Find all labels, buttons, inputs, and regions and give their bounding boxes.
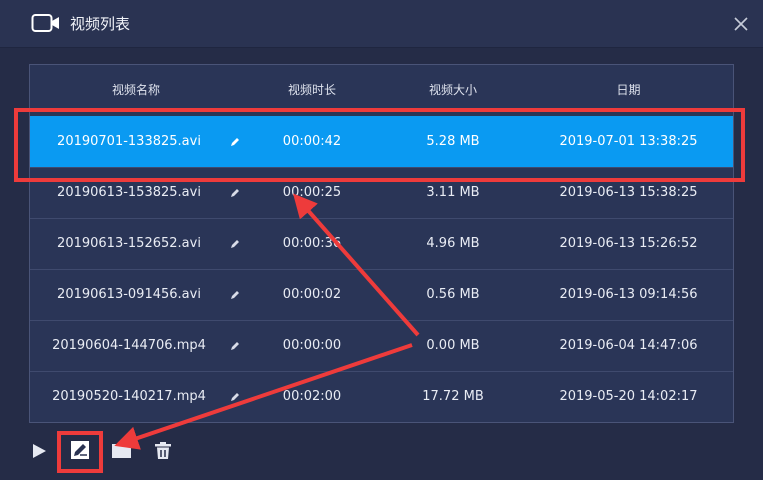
- table-row[interactable]: 20190520-140217.mp4 00:02:00 17.72 MB 20…: [30, 371, 733, 422]
- size-cell: 5.28 MB: [426, 134, 480, 149]
- date-cell: 2019-06-13 15:38:25: [559, 185, 698, 200]
- table-row[interactable]: 20190613-091456.avi 00:00:02 0.56 MB 201…: [30, 269, 733, 320]
- column-header-duration[interactable]: 视频时长: [242, 65, 382, 116]
- duration-cell: 00:00:42: [282, 134, 342, 149]
- window-title: 视频列表: [70, 15, 131, 33]
- size-cell: 0.00 MB: [426, 338, 480, 353]
- rename-pencil-icon[interactable]: [229, 340, 241, 352]
- size-cell: 4.96 MB: [426, 236, 480, 251]
- rename-pencil-icon[interactable]: [229, 391, 241, 403]
- video-name-cell: 20190613-091456.avi: [57, 287, 201, 302]
- duration-cell: 00:00:25: [282, 185, 342, 200]
- folder-icon[interactable]: [111, 442, 132, 459]
- column-header-name[interactable]: 视频名称: [30, 65, 242, 116]
- title-bar: 视频列表: [0, 0, 763, 48]
- size-cell: 3.11 MB: [426, 185, 480, 200]
- video-name-cell: 20190520-140217.mp4: [52, 389, 206, 404]
- table-row[interactable]: 20190701-133825.avi 00:00:42 5.28 MB 201…: [30, 116, 733, 167]
- duration-cell: 00:00:02: [282, 287, 342, 302]
- table-row[interactable]: 20190604-144706.mp4 00:00:00 0.00 MB 201…: [30, 320, 733, 371]
- play-icon[interactable]: [31, 443, 47, 459]
- edit-icon[interactable]: [70, 440, 90, 460]
- date-cell: 2019-06-04 14:47:06: [559, 338, 698, 353]
- table-row[interactable]: 20190613-153825.avi 00:00:25 3.11 MB 201…: [30, 167, 733, 218]
- rename-pencil-icon[interactable]: [229, 187, 241, 199]
- date-cell: 2019-05-20 14:02:17: [559, 389, 698, 404]
- close-icon[interactable]: [731, 14, 751, 34]
- video-name-cell: 20190701-133825.avi: [57, 134, 201, 149]
- date-cell: 2019-07-01 13:38:25: [559, 134, 698, 149]
- table-header: 视频名称 视频时长 视频大小 日期: [30, 65, 733, 116]
- size-cell: 0.56 MB: [426, 287, 480, 302]
- date-cell: 2019-06-13 09:14:56: [559, 287, 698, 302]
- video-table: 视频名称 视频时长 视频大小 日期 20190701-133825.avi 00…: [29, 64, 734, 423]
- video-name-cell: 20190613-152652.avi: [57, 236, 201, 251]
- rename-pencil-icon[interactable]: [229, 136, 241, 148]
- video-name-cell: 20190613-153825.avi: [57, 185, 201, 200]
- duration-cell: 00:00:36: [282, 236, 342, 251]
- rename-pencil-icon[interactable]: [229, 238, 241, 250]
- size-cell: 17.72 MB: [422, 389, 484, 404]
- video-camera-icon: [31, 14, 59, 32]
- duration-cell: 00:00:00: [282, 338, 342, 353]
- column-header-size[interactable]: 视频大小: [382, 65, 524, 116]
- duration-cell: 00:02:00: [282, 389, 342, 404]
- rename-pencil-icon[interactable]: [229, 289, 241, 301]
- column-header-date[interactable]: 日期: [524, 65, 733, 116]
- video-name-cell: 20190604-144706.mp4: [52, 338, 206, 353]
- trash-icon[interactable]: [154, 441, 172, 460]
- table-row[interactable]: 20190613-152652.avi 00:00:36 4.96 MB 201…: [30, 218, 733, 269]
- date-cell: 2019-06-13 15:26:52: [559, 236, 698, 251]
- main-panel: 视频名称 视频时长 视频大小 日期 20190701-133825.avi 00…: [0, 48, 763, 480]
